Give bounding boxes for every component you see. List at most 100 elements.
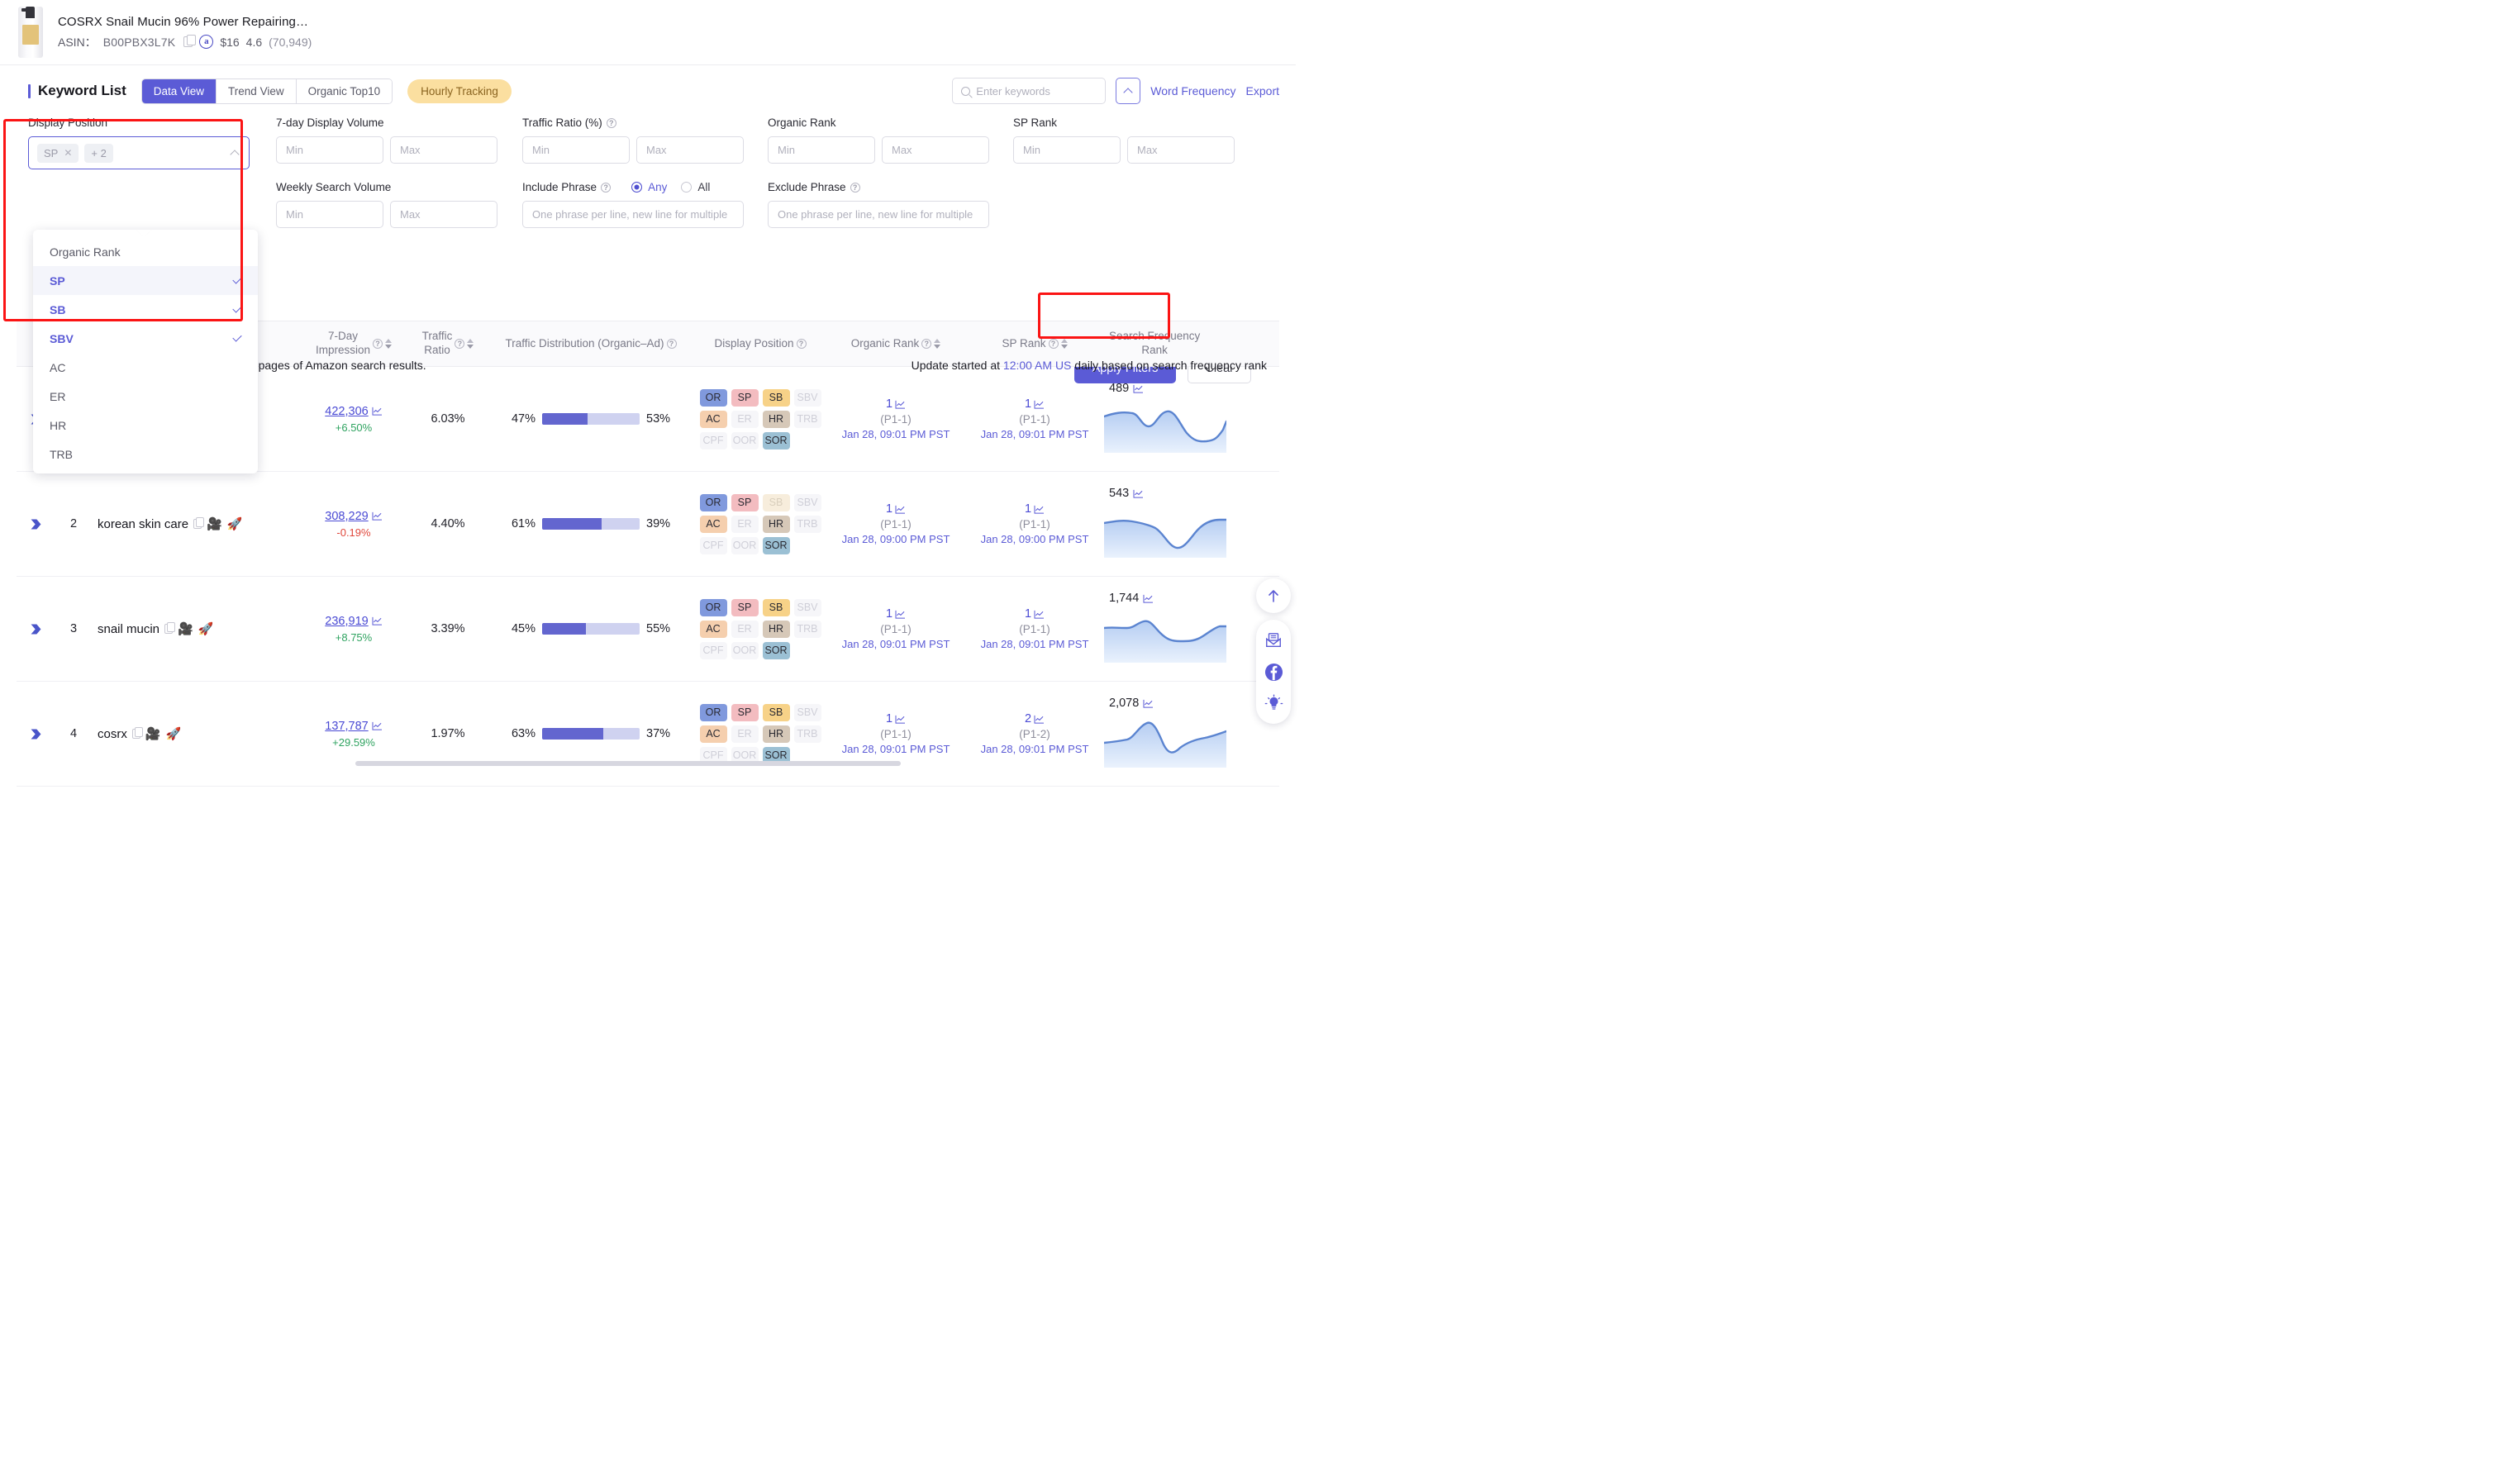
help-icon[interactable]: ?: [606, 117, 616, 128]
collapse-filters-button[interactable]: [1116, 78, 1141, 104]
help-icon[interactable]: ?: [373, 339, 383, 349]
sort-icon[interactable]: [1060, 339, 1068, 349]
keyword-list-panel: Keyword List Data View Trend View Organi…: [0, 65, 1296, 473]
help-icon[interactable]: ?: [921, 339, 932, 349]
row-search-frequency-value[interactable]: 1,744: [1109, 592, 1154, 605]
sort-icon[interactable]: [385, 339, 393, 349]
word-frequency-link[interactable]: Word Frequency: [1150, 84, 1235, 98]
tab-data-view[interactable]: Data View: [141, 78, 217, 103]
dropdown-option-sp[interactable]: SP: [33, 266, 258, 295]
help-icon[interactable]: ?: [601, 182, 612, 193]
tab-organic-top10[interactable]: Organic Top10: [296, 78, 393, 103]
radio-any[interactable]: [631, 182, 643, 193]
help-icon[interactable]: ?: [796, 339, 807, 349]
help-icon[interactable]: ?: [455, 339, 465, 349]
back-to-top-button[interactable]: [1256, 578, 1291, 613]
exclude-phrase-input[interactable]: One phrase per line, new line for multip…: [768, 201, 989, 228]
rocket-icon[interactable]: 🚀: [198, 623, 214, 635]
row-keyword[interactable]: snail mucin: [98, 622, 159, 636]
search-box[interactable]: [952, 78, 1107, 104]
rocket-icon[interactable]: 🚀: [227, 518, 243, 530]
sp-rank-max-input[interactable]: Max: [1127, 136, 1235, 164]
display-position-dropdown[interactable]: Organic Rank SP SB SBV AC ER HR TRB: [33, 230, 258, 473]
trend-chart-icon: [1143, 594, 1154, 603]
row-organic-rank-value[interactable]: 1: [886, 502, 906, 516]
video-icon[interactable]: 🎥: [145, 728, 161, 740]
include-phrase-mode-all[interactable]: All: [681, 181, 710, 193]
row-tag-cell[interactable]: [17, 622, 55, 636]
search-input[interactable]: [976, 84, 1097, 98]
row-organic-rank-value[interactable]: 1: [886, 712, 906, 725]
row-organic-rank-value[interactable]: 1: [886, 607, 906, 621]
row-tag-cell[interactable]: [17, 727, 55, 741]
row-search-frequency-value[interactable]: 543: [1109, 487, 1144, 500]
traffic-ratio-max-input[interactable]: Max: [636, 136, 744, 164]
row-search-frequency-value[interactable]: 2,078: [1109, 697, 1154, 710]
horizontal-scrollbar[interactable]: [355, 761, 901, 766]
include-phrase-mode-any[interactable]: Any: [631, 181, 667, 193]
update-note-time: 12:00 AM US: [1002, 359, 1072, 372]
weekly-search-volume-min-input[interactable]: Min: [276, 201, 383, 228]
row-keyword[interactable]: cosrx: [98, 727, 127, 741]
dropdown-option-sbv[interactable]: SBV: [33, 324, 258, 353]
th-impression[interactable]: 7-Day Impression ?: [299, 330, 408, 358]
th-traffic-ratio[interactable]: Traffic Ratio ?: [408, 330, 488, 358]
row-keyword[interactable]: korean skin care: [98, 517, 188, 531]
facebook-button[interactable]: [1264, 662, 1283, 682]
traffic-ratio-min-input[interactable]: Min: [522, 136, 630, 164]
th-sp-rank[interactable]: SP Rank ?: [965, 337, 1104, 351]
selected-tag-sp[interactable]: SP ✕: [37, 143, 79, 163]
dropdown-option-trb[interactable]: TRB: [33, 440, 258, 469]
video-icon[interactable]: 🎥: [207, 518, 222, 530]
feedback-mail-button[interactable]: [1264, 630, 1283, 650]
dropdown-option-organic-rank[interactable]: Organic Rank: [33, 237, 258, 266]
copy-icon[interactable]: [183, 35, 196, 47]
row-sp-rank-value[interactable]: 2: [1025, 712, 1045, 725]
sp-rank-min-input[interactable]: Min: [1013, 136, 1121, 164]
display-position-select[interactable]: SP ✕ + 2: [28, 136, 250, 169]
sort-icon[interactable]: [934, 339, 941, 349]
rocket-icon[interactable]: 🚀: [166, 728, 182, 740]
copy-icon[interactable]: [164, 622, 176, 634]
row-impression-value[interactable]: 137,787: [325, 720, 382, 733]
dropdown-option-sb[interactable]: SB: [33, 295, 258, 324]
row-tag-cell[interactable]: [17, 517, 55, 531]
dropdown-option-ac[interactable]: AC: [33, 353, 258, 382]
weekly-search-volume-max-input[interactable]: Max: [390, 201, 497, 228]
display-volume-max-input[interactable]: Max: [390, 136, 497, 164]
row-sp-rank-value[interactable]: 1: [1025, 502, 1045, 516]
row-impression-value[interactable]: 308,229: [325, 510, 382, 523]
help-icon[interactable]: ?: [1048, 339, 1059, 349]
organic-rank-min-input[interactable]: Min: [768, 136, 875, 164]
dropdown-option-hr[interactable]: HR: [33, 411, 258, 440]
tab-trend-view[interactable]: Trend View: [217, 78, 297, 103]
hourly-tracking-button[interactable]: Hourly Tracking: [407, 78, 512, 103]
row-sp-rank-value[interactable]: 1: [1025, 397, 1045, 411]
include-phrase-input[interactable]: One phrase per line, new line for multip…: [522, 201, 744, 228]
row-impression-value[interactable]: 422,306: [325, 405, 382, 418]
help-icon[interactable]: ?: [850, 182, 860, 193]
display-volume-min-input[interactable]: Min: [276, 136, 383, 164]
dropdown-option-er[interactable]: ER: [33, 382, 258, 411]
sort-icon[interactable]: [467, 339, 474, 349]
row-organic-rank-value[interactable]: 1: [886, 397, 906, 411]
copy-icon[interactable]: [193, 517, 205, 529]
radio-all[interactable]: [681, 182, 693, 193]
tips-button[interactable]: [1264, 693, 1283, 713]
row-search-frequency-value[interactable]: 489: [1109, 382, 1144, 395]
row-sp-rank-value[interactable]: 1: [1025, 607, 1045, 621]
row-impression-value[interactable]: 236,919: [325, 615, 382, 628]
export-link[interactable]: Export: [1246, 84, 1279, 98]
filter-traffic-ratio-label: Traffic Ratio (%) ?: [522, 117, 768, 129]
help-icon[interactable]: ?: [666, 339, 677, 349]
copy-icon[interactable]: [131, 727, 143, 739]
remove-tag-icon[interactable]: ✕: [64, 147, 72, 159]
amazon-link-icon[interactable]: a: [199, 35, 214, 49]
more-tags-count[interactable]: + 2: [84, 143, 113, 163]
video-icon[interactable]: 🎥: [178, 623, 193, 635]
row-display-position: OR SP SB SBV AC ER HR TRB CPF OOR SOR: [694, 388, 826, 449]
th-organic-rank[interactable]: Organic Rank ?: [826, 337, 965, 351]
filter-include-phrase-text: Include Phrase: [522, 181, 597, 193]
selected-tag-label: SP: [44, 146, 59, 159]
organic-rank-max-input[interactable]: Max: [882, 136, 989, 164]
